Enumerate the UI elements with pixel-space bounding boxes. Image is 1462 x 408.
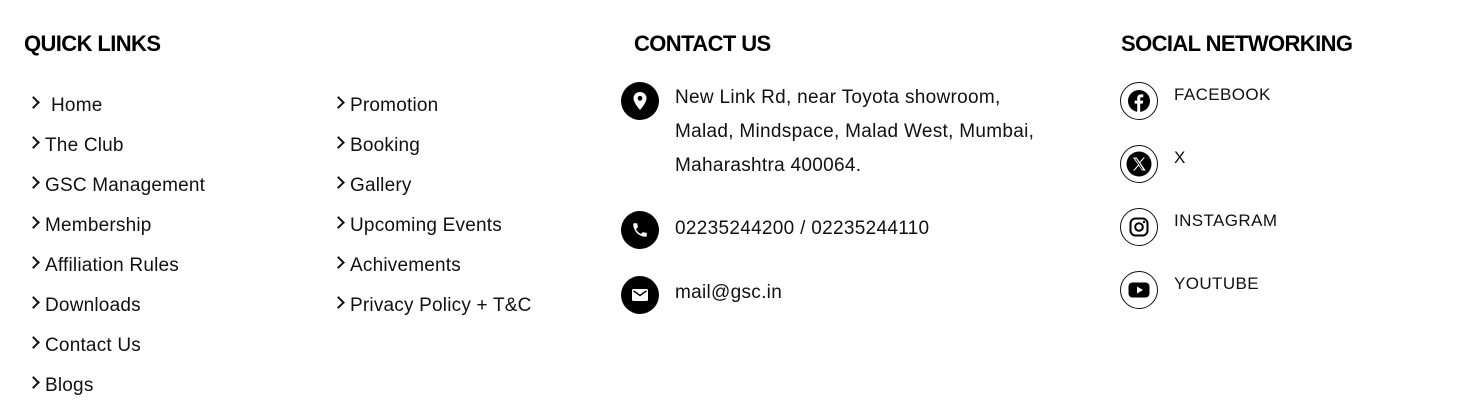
- quick-link-upcoming-events[interactable]: Upcoming Events: [332, 215, 502, 237]
- youtube-icon: [1120, 271, 1158, 309]
- envelope-icon: [621, 276, 659, 314]
- social-label: INSTAGRAM: [1174, 211, 1278, 230]
- quick-link-label: Privacy Policy + T&C: [350, 295, 532, 316]
- chevron-right-icon: [332, 135, 345, 149]
- quick-link-membership[interactable]: Membership: [27, 215, 152, 237]
- quick-link-item-the-club: The Club: [27, 126, 205, 166]
- quick-link-label: Home: [51, 95, 103, 116]
- quick-link-label: Membership: [45, 215, 152, 236]
- quick-link-blogs[interactable]: Blogs: [27, 375, 94, 397]
- social-link-facebook[interactable]: FACEBOOK: [1120, 82, 1277, 120]
- quick-link-item-gallery: Gallery: [332, 166, 532, 206]
- contact-phone: 02235244200 / 02235244110: [621, 211, 929, 249]
- email-link[interactable]: mail@gsc.in: [675, 276, 782, 310]
- quick-link-downloads[interactable]: Downloads: [27, 295, 141, 317]
- quick-link-gsc-management[interactable]: GSC Management: [27, 175, 206, 197]
- quick-link-item-affiliation-rules: Affiliation Rules: [27, 246, 205, 286]
- social-label: X: [1174, 148, 1186, 167]
- quick-link-label: GSC Management: [45, 175, 206, 196]
- facebook-icon: [1120, 82, 1158, 120]
- chevron-right-icon: [332, 295, 345, 309]
- instagram-icon: [1120, 208, 1158, 246]
- contact-address: New Link Rd, near Toyota showroom, Malad…: [621, 82, 1095, 183]
- chevron-right-icon: [27, 95, 40, 109]
- quick-link-gallery[interactable]: Gallery: [332, 175, 412, 197]
- quick-links-column-2: Promotion Booking Gallery Upcoming Event…: [332, 86, 532, 326]
- address-text: New Link Rd, near Toyota showroom, Malad…: [675, 81, 1095, 183]
- chevron-right-icon: [27, 215, 40, 229]
- chevron-right-icon: [27, 255, 40, 269]
- quick-link-label: Gallery: [350, 175, 412, 196]
- quick-link-item-achivements: Achivements: [332, 246, 532, 286]
- chevron-right-icon: [27, 295, 40, 309]
- social-item-facebook: FACEBOOK: [1120, 82, 1277, 145]
- quick-links-column-1: Home The Club GSC Management Membership: [27, 86, 206, 406]
- address-line-1: New Link Rd, near Toyota showroom,: [675, 87, 1001, 108]
- social-networking-heading: SOCIAL NETWORKING: [1121, 31, 1353, 56]
- social-links-list: FACEBOOK X INSTAGRAM YOUTUBE: [1120, 82, 1277, 334]
- quick-link-label: Downloads: [45, 295, 141, 316]
- chevron-right-icon: [27, 135, 40, 149]
- quick-link-promotion[interactable]: Promotion: [332, 95, 439, 117]
- quick-link-label: Promotion: [350, 95, 439, 116]
- quick-link-label: Upcoming Events: [350, 215, 502, 236]
- chevron-right-icon: [332, 175, 345, 189]
- social-link-youtube[interactable]: YOUTUBE: [1120, 271, 1277, 309]
- chevron-right-icon: [332, 255, 345, 269]
- address-line-3: Maharashtra 400064.: [675, 155, 862, 176]
- quick-link-achivements[interactable]: Achivements: [332, 255, 461, 277]
- quick-link-item-privacy-policy: Privacy Policy + T&C: [332, 286, 532, 326]
- quick-link-item-home: Home: [27, 86, 205, 126]
- phone-link[interactable]: 02235244200 / 02235244110: [675, 212, 929, 246]
- quick-link-label: The Club: [45, 135, 124, 156]
- social-link-x[interactable]: X: [1120, 145, 1277, 183]
- social-label: YOUTUBE: [1174, 274, 1259, 293]
- chevron-right-icon: [332, 95, 345, 109]
- quick-link-item-blogs: Blogs: [27, 366, 205, 406]
- social-item-instagram: INSTAGRAM: [1120, 208, 1277, 271]
- social-item-x: X: [1120, 145, 1277, 208]
- quick-link-label: Achivements: [350, 255, 461, 276]
- quick-link-home[interactable]: Home: [27, 95, 103, 117]
- quick-link-item-gsc-management: GSC Management: [27, 166, 206, 206]
- social-item-youtube: YOUTUBE: [1120, 271, 1277, 334]
- quick-link-label: Affiliation Rules: [45, 255, 180, 276]
- social-label: FACEBOOK: [1174, 85, 1271, 104]
- phone-icon: [621, 211, 659, 249]
- chevron-right-icon: [27, 335, 40, 349]
- location-pin-icon: [621, 82, 659, 120]
- quick-link-item-downloads: Downloads: [27, 286, 205, 326]
- chevron-right-icon: [27, 375, 40, 389]
- quick-link-item-booking: Booking: [332, 126, 532, 166]
- quick-link-booking[interactable]: Booking: [332, 135, 421, 157]
- quick-link-label: Blogs: [45, 375, 94, 396]
- quick-link-item-membership: Membership: [27, 206, 205, 246]
- site-footer: QUICK LINKS Home The Club GSC Management…: [0, 0, 1462, 408]
- quick-link-label: Booking: [350, 135, 421, 156]
- contact-email: mail@gsc.in: [621, 276, 782, 314]
- quick-link-item-promotion: Promotion: [332, 86, 532, 126]
- contact-us-heading: CONTACT US: [634, 31, 771, 56]
- quick-links-heading: QUICK LINKS: [24, 31, 161, 56]
- quick-link-the-club[interactable]: The Club: [27, 135, 124, 157]
- quick-link-contact-us[interactable]: Contact Us: [27, 335, 141, 357]
- quick-link-privacy-policy[interactable]: Privacy Policy + T&C: [332, 295, 532, 317]
- address-line-2: Malad, Mindspace, Malad West, Mumbai,: [675, 121, 1035, 142]
- x-icon: [1120, 145, 1158, 183]
- chevron-right-icon: [332, 215, 345, 229]
- quick-link-affiliation-rules[interactable]: Affiliation Rules: [27, 255, 180, 277]
- social-link-instagram[interactable]: INSTAGRAM: [1120, 208, 1277, 246]
- quick-link-item-upcoming-events: Upcoming Events: [332, 206, 532, 246]
- quick-link-label: Contact Us: [45, 335, 141, 356]
- chevron-right-icon: [27, 175, 40, 189]
- quick-link-item-contact-us: Contact Us: [27, 326, 205, 366]
